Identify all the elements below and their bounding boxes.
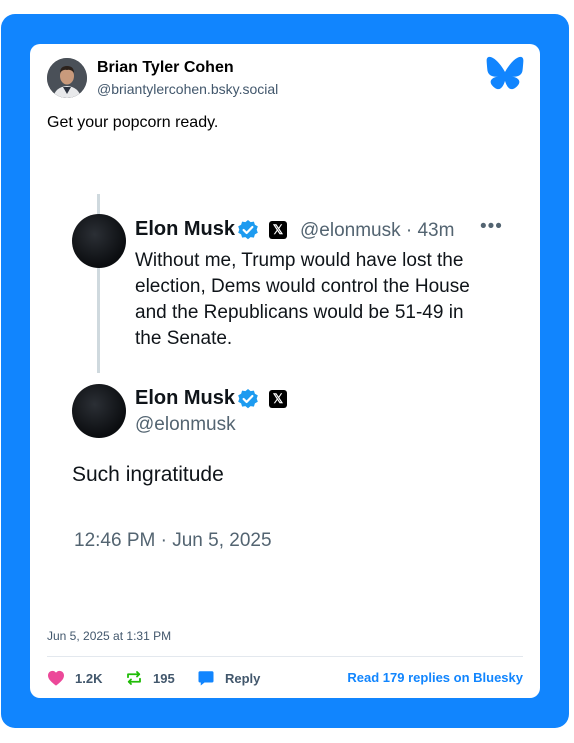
reply-bubble-icon: [198, 671, 214, 686]
tweet-text-line: the Senate.: [135, 328, 233, 349]
author-name[interactable]: Brian Tyler Cohen: [97, 59, 234, 77]
post-date[interactable]: Jun 5, 2025 at 1:31 PM: [47, 629, 171, 643]
tweet-text: Such ingratitude: [72, 463, 224, 486]
tweet-text-line: Without me, Trump would have lost the: [135, 250, 464, 271]
tweet-handle: @elonmusk: [135, 414, 236, 435]
repost-icon: [127, 671, 141, 685]
x-logo-icon: 𝕏: [269, 390, 287, 408]
reply-button[interactable]: Reply: [197, 668, 260, 688]
post-text: Get your popcorn ready.: [47, 114, 219, 131]
repost-button[interactable]: 195: [125, 668, 175, 688]
like-button[interactable]: 1.2K: [47, 668, 102, 688]
author-handle[interactable]: @briantylercohen.bsky.social: [97, 81, 278, 97]
tweet-handle-time: @elonmusk · 43m: [300, 220, 455, 241]
more-options-icon: •••: [480, 216, 503, 237]
tweet-text-line: and the Republicans would be 51-49 in: [135, 302, 464, 323]
tweet-text: Without me, Trump would have lost the el…: [135, 248, 505, 352]
read-replies-link[interactable]: Read 179 replies on Bluesky: [347, 668, 523, 688]
x-logo-icon: 𝕏: [269, 221, 287, 239]
verified-badge-icon: [238, 389, 258, 409]
bluesky-butterfly-icon[interactable]: [486, 56, 524, 90]
like-count: 1.2K: [75, 670, 103, 686]
action-bar: 1.2K 195 Reply Read 179 replies on Blues…: [47, 668, 523, 688]
embedded-tweet-image[interactable]: Elon Musk 𝕏 @elonmusk · 43m ••• Without …: [30, 184, 540, 564]
tweet-author-name: Elon Musk: [135, 387, 236, 409]
tweet-avatar: [72, 214, 126, 268]
tweet-timestamp: 12:46 PM · Jun 5, 2025: [74, 530, 272, 551]
heart-icon: [48, 670, 64, 686]
author-avatar[interactable]: [47, 58, 87, 98]
divider: [47, 656, 523, 657]
tweet-author-name: Elon Musk: [135, 218, 236, 240]
tweet-avatar: [72, 384, 126, 438]
post-card: Brian Tyler Cohen @briantylercohen.bsky.…: [30, 44, 540, 698]
verified-badge-icon: [238, 220, 258, 240]
repost-count: 195: [153, 670, 175, 686]
tweet-text-line: election, Dems would control the House: [135, 276, 470, 297]
reply-label: Reply: [225, 670, 261, 686]
